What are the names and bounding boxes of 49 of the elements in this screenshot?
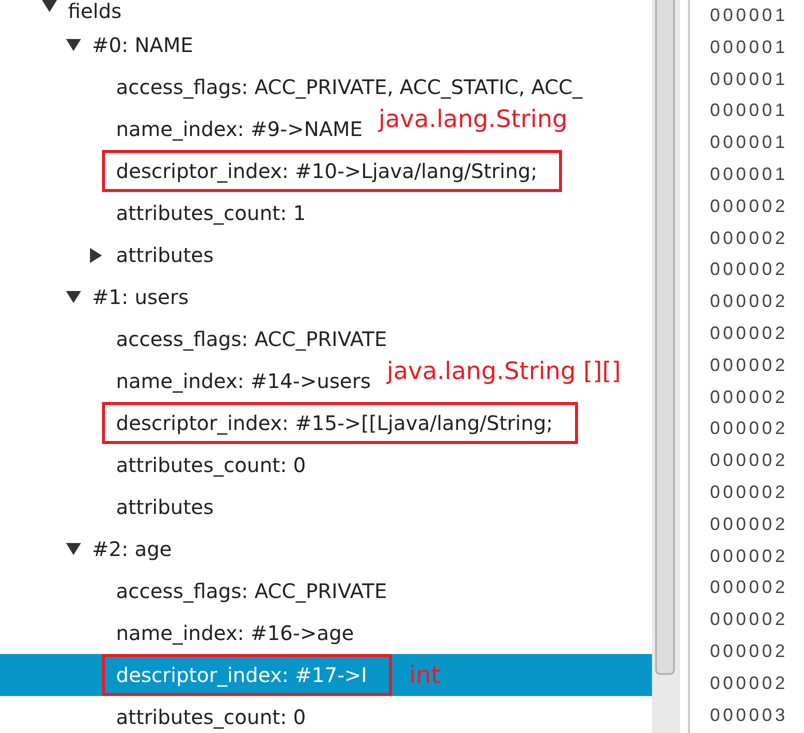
- offset-text: 000002: [710, 258, 788, 282]
- annotation-note: java.lang.String: [378, 105, 568, 133]
- offset-text: 000002: [710, 449, 788, 472]
- tree-item-label[interactable]: attributes_count: 0: [116, 453, 306, 477]
- expanded-triangle-icon[interactable]: [66, 39, 81, 51]
- offset-text: 000002: [710, 194, 788, 218]
- offset-text: 000002: [710, 417, 788, 440]
- annotation-note: int: [409, 661, 440, 689]
- offset-text: 000002: [710, 354, 788, 377]
- offset-text: 000002: [710, 290, 788, 314]
- tree-item-label[interactable]: access_flags: ACC_PRIVATE, ACC_STATIC, ACC_: [116, 75, 582, 99]
- tree-item-label[interactable]: name_index: #14->users: [116, 369, 371, 393]
- scrollbar-drawing[interactable]: [652, 0, 680, 733]
- tree-item-label[interactable]: descriptor_index: #15->[[Ljava/lang/String;: [116, 411, 553, 435]
- offset-text: 000001: [710, 4, 788, 27]
- tree-item-label[interactable]: access_flags: ACC_PRIVATE: [116, 579, 387, 603]
- tree-item-label[interactable]: #2: age: [92, 537, 172, 561]
- offset-text: 000002: [710, 672, 788, 695]
- offset-text: 000001: [710, 99, 788, 122]
- tree-item-label[interactable]: #0: NAME: [92, 33, 194, 57]
- tree-item-label[interactable]: attributes: [116, 243, 214, 267]
- tree-item-label[interactable]: attributes_count: 1: [116, 201, 306, 225]
- expanded-triangle-icon[interactable]: [66, 543, 81, 555]
- tree-item-label[interactable]: attributes_count: 0: [116, 705, 306, 729]
- tree-item-label[interactable]: access_flags: ACC_PRIVATE: [116, 327, 387, 351]
- offset-text: 000002: [710, 512, 788, 536]
- tree-item-label[interactable]: name_index: #9->NAME: [116, 117, 363, 141]
- offset-text: 000002: [710, 322, 788, 345]
- tree-item-label[interactable]: attributes: [116, 495, 214, 519]
- expanded-triangle-icon[interactable]: [42, 0, 57, 12]
- offset-text: 000002: [710, 640, 788, 663]
- offset-text: 000002: [710, 480, 788, 504]
- tree-item-label[interactable]: name_index: #16->age: [116, 621, 354, 645]
- offset-text: 000002: [710, 386, 788, 409]
- offset-text: 000001: [710, 131, 788, 154]
- offset-text: 000001: [710, 68, 788, 91]
- offset-text: 000003: [710, 704, 788, 727]
- tree-item-label[interactable]: descriptor_index: #10->Ljava/lang/String;: [116, 159, 538, 183]
- offset-text: 000002: [710, 576, 788, 600]
- annotation-note: java.lang.String [][]: [386, 357, 621, 385]
- tree-item-label[interactable]: fields: [68, 0, 122, 22]
- offset-text: 000002: [710, 226, 788, 250]
- offset-text: 000001: [710, 162, 788, 186]
- tree-item-label[interactable]: #1: users: [92, 285, 189, 309]
- expanded-triangle-icon[interactable]: [66, 291, 81, 303]
- collapsed-triangle-icon[interactable]: [90, 248, 102, 262]
- offset-text: 000002: [710, 544, 788, 568]
- offset-text: 000002: [710, 608, 788, 632]
- offset-text: 000001: [710, 36, 788, 59]
